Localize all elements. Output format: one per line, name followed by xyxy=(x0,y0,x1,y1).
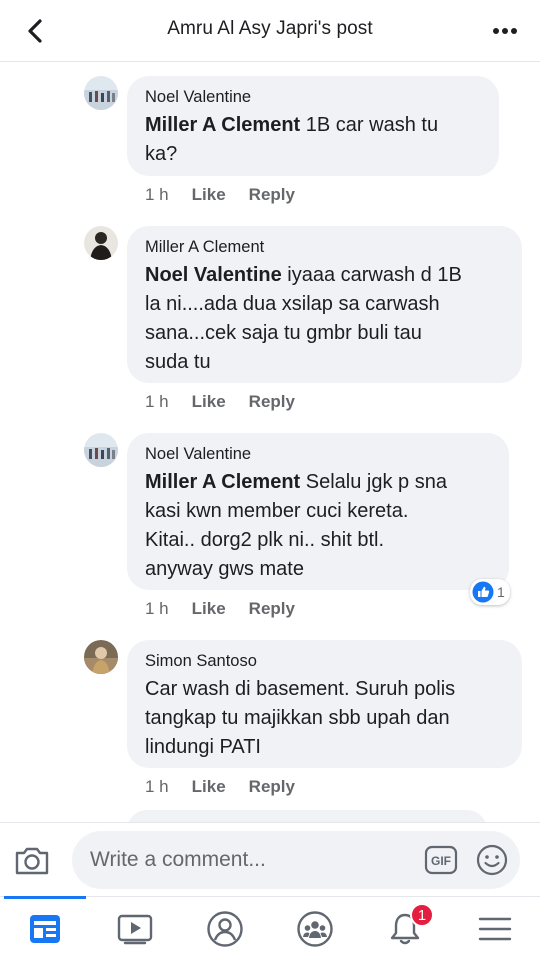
comment-bubble: Noel Valentine Miller A Clement 1B car w… xyxy=(127,76,499,176)
mention-link[interactable]: Miller A Clement xyxy=(145,114,300,136)
comment-bubble: Simon Santoso Car wash di basement. Suru… xyxy=(127,640,522,768)
comment-actions: 1 h Like Reply xyxy=(145,392,295,412)
comment-composer: GIF xyxy=(0,822,540,896)
comment-text: Miller A Clement Selalu jgk p sna kasi kw… xyxy=(145,471,447,580)
tab-news-feed[interactable] xyxy=(0,896,90,960)
avatar[interactable] xyxy=(84,76,118,110)
reaction-count: 1 xyxy=(497,584,505,600)
comment-actions: 1 h Like Reply xyxy=(145,777,295,797)
comment-input-container: GIF xyxy=(72,831,520,889)
like-button[interactable]: Like xyxy=(192,392,226,412)
avatar-miller-icon xyxy=(84,226,118,260)
avatar-simon-icon xyxy=(84,640,118,674)
tab-profile[interactable] xyxy=(180,897,270,960)
like-reaction-icon xyxy=(472,581,494,603)
comment-author[interactable]: Noel Valentine xyxy=(145,87,481,107)
gif-button[interactable]: GIF xyxy=(424,845,458,875)
reaction-summary[interactable]: 1 xyxy=(470,579,510,605)
tab-menu[interactable] xyxy=(450,897,540,960)
avatar[interactable] xyxy=(84,640,118,674)
mention-link[interactable]: Miller A Clement xyxy=(145,471,300,493)
reply-button[interactable]: Reply xyxy=(249,185,295,205)
comment-time: 1 h xyxy=(145,599,169,618)
reply-button[interactable]: Reply xyxy=(249,599,295,619)
emoji-icon xyxy=(476,844,508,876)
like-button[interactable]: Like xyxy=(192,599,226,619)
more-dots-icon xyxy=(493,28,517,34)
profile-icon xyxy=(207,911,243,947)
page-title: Amru Al Asy Japri's post xyxy=(167,18,373,39)
comment-author[interactable]: Simon Santoso xyxy=(145,651,504,671)
comment-text: Noel Valentine iyaaa carwash d 1B la ni..… xyxy=(145,264,462,373)
comment-time: 1 h xyxy=(145,777,169,796)
comment-author[interactable]: Miller A Clement xyxy=(145,237,504,257)
svg-text:GIF: GIF xyxy=(431,854,451,868)
reply-button[interactable]: Reply xyxy=(249,392,295,412)
groups-icon xyxy=(297,911,333,947)
comment-input[interactable] xyxy=(90,831,410,889)
like-button[interactable]: Like xyxy=(192,185,226,205)
comment-bubble xyxy=(127,810,487,822)
tab-groups[interactable] xyxy=(270,897,360,960)
top-bar: Amru Al Asy Japri's post xyxy=(0,0,540,62)
tab-watch[interactable] xyxy=(90,897,180,960)
comment-bubble: Miller A Clement Noel Valentine iyaaa ca… xyxy=(127,226,522,383)
avatar[interactable] xyxy=(84,226,118,260)
avatar-noel-icon xyxy=(84,433,118,467)
comment-bubble: Noel Valentine Miller A Clement Selalu j… xyxy=(127,433,509,590)
camera-button[interactable] xyxy=(12,840,52,880)
tab-notifications[interactable]: 1 xyxy=(360,897,450,960)
reply-button[interactable]: Reply xyxy=(249,777,295,797)
comment-actions: 1 h Like Reply xyxy=(145,185,295,205)
comment-author[interactable]: Noel Valentine xyxy=(145,444,491,464)
video-play-icon xyxy=(117,914,153,945)
avatar[interactable] xyxy=(84,433,118,467)
comment-time: 1 h xyxy=(145,185,169,204)
notification-badge: 1 xyxy=(410,903,434,927)
comment-actions: 1 h Like Reply xyxy=(145,599,295,619)
comment-text: Miller A Clement 1B car wash tu ka? xyxy=(145,114,439,165)
news-feed-icon xyxy=(30,915,60,943)
hamburger-menu-icon xyxy=(478,917,512,941)
camera-icon xyxy=(15,847,49,875)
comment-list: Noel Valentine Miller A Clement 1B car w… xyxy=(0,62,540,822)
avatar-noel-icon xyxy=(84,76,118,110)
bottom-navigation: 1 xyxy=(0,896,540,960)
like-button[interactable]: Like xyxy=(192,777,226,797)
mention-link[interactable]: Noel Valentine xyxy=(145,264,282,286)
emoji-button[interactable] xyxy=(475,843,509,877)
gif-icon: GIF xyxy=(424,845,458,875)
comment-time: 1 h xyxy=(145,392,169,411)
comment-text: Car wash di basement. Suruh polis tangkap… xyxy=(145,678,456,758)
more-options-button[interactable] xyxy=(488,16,522,46)
